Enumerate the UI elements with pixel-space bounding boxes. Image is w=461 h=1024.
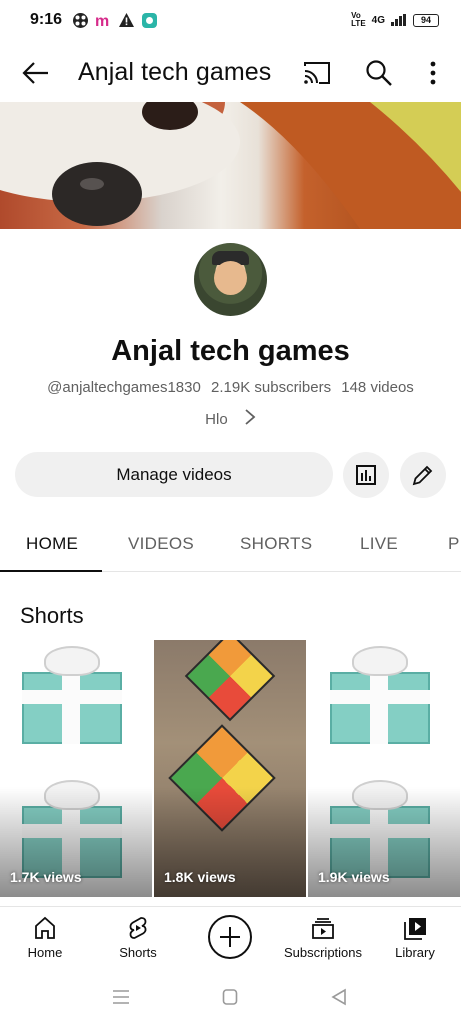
app-bar: Anjal tech games (0, 44, 461, 102)
tab-live[interactable]: LIVE (360, 534, 398, 554)
library-icon (404, 918, 426, 940)
video-count: 148 videos (341, 379, 414, 396)
chevron-right-icon (245, 409, 256, 425)
tab-shorts[interactable]: SHORTS (240, 534, 312, 554)
nav-home-label: Home (27, 945, 63, 960)
app-notification-icon (73, 12, 89, 28)
edit-channel-button[interactable] (400, 452, 446, 498)
nav-shorts-label: Shorts (119, 945, 157, 960)
status-time: 9:16 (30, 11, 63, 28)
shorts-section-title: Shorts (20, 603, 84, 628)
battery-level: 94 (420, 15, 431, 25)
signal-icon (391, 14, 406, 26)
nav-shorts[interactable]: Shorts (93, 915, 183, 960)
analytics-icon (356, 465, 376, 485)
short-views: 1.8K views (164, 869, 236, 885)
channel-banner (0, 102, 461, 229)
channel-about-link[interactable]: Hlo (0, 409, 461, 428)
tab-home[interactable]: HOME (26, 534, 78, 554)
more-vert-icon[interactable] (424, 58, 442, 88)
manage-videos-button[interactable]: Manage videos (15, 452, 333, 497)
back-triangle-icon[interactable] (330, 988, 348, 1006)
short-views: 1.9K views (318, 869, 390, 885)
short-thumbnail[interactable]: 1.8K views (154, 640, 306, 897)
nav-library-label: Library (395, 945, 435, 960)
volte-icon: Vo LTE (351, 11, 366, 28)
active-tab-indicator (0, 570, 102, 572)
short-thumbnail[interactable]: 1.9K views (308, 640, 460, 897)
channel-name: Anjal tech games (111, 335, 350, 367)
short-thumbnail[interactable]: 1.7K views (0, 640, 152, 897)
svg-text:m: m (95, 13, 109, 29)
cast-icon[interactable] (302, 60, 332, 86)
home-square-icon[interactable] (222, 988, 238, 1006)
nav-library[interactable]: Library (370, 915, 460, 960)
warning-icon (119, 12, 135, 27)
channel-handle: @anjaltechgames1830 (47, 379, 201, 396)
channel-avatar[interactable] (194, 243, 267, 316)
channel-meta: @anjaltechgames1830 2.19K subscribers 14… (0, 379, 461, 396)
subscriber-count: 2.19K subscribers (211, 379, 332, 396)
tab-videos[interactable]: VIDEOS (128, 534, 194, 554)
channel-tabs: HOME VIDEOS SHORTS LIVE P (0, 516, 461, 572)
create-button[interactable] (208, 915, 252, 959)
about-text: Hlo (205, 411, 228, 428)
status-right: Vo LTE 4G 94 (351, 12, 439, 28)
home-icon (35, 916, 55, 939)
shorts-row: 1.7K views 1.8K views 1.9K views (0, 640, 461, 897)
system-navigation (0, 972, 461, 1024)
red-panda-image (0, 102, 461, 229)
page-title: Anjal tech games (78, 58, 272, 86)
short-views: 1.7K views (10, 869, 82, 885)
nav-subscriptions[interactable]: Subscriptions (278, 915, 368, 960)
m-notification-icon: m (95, 13, 109, 29)
create-icon (220, 927, 240, 947)
pencil-icon (412, 465, 433, 486)
battery-icon: 94 (413, 13, 439, 27)
gift-box-image (18, 644, 126, 744)
bottom-navigation: Home Shorts Subscriptions Library (0, 906, 461, 972)
network-type: 4G (371, 14, 385, 26)
back-arrow-icon[interactable] (20, 58, 52, 88)
subscriptions-icon (312, 918, 334, 939)
recents-menu-icon[interactable] (112, 988, 130, 1006)
avatar-face (214, 261, 247, 295)
nav-subscriptions-label: Subscriptions (283, 945, 363, 960)
tab-playlists[interactable]: P (448, 534, 460, 554)
status-bar: 9:16 m Vo LTE 4G 94 (0, 0, 461, 40)
analytics-button[interactable] (343, 452, 389, 498)
chat-notification-icon (142, 12, 158, 28)
shorts-icon (129, 917, 147, 939)
search-icon[interactable] (364, 58, 394, 88)
gift-box-image (326, 644, 434, 744)
nav-home[interactable]: Home (0, 915, 90, 960)
